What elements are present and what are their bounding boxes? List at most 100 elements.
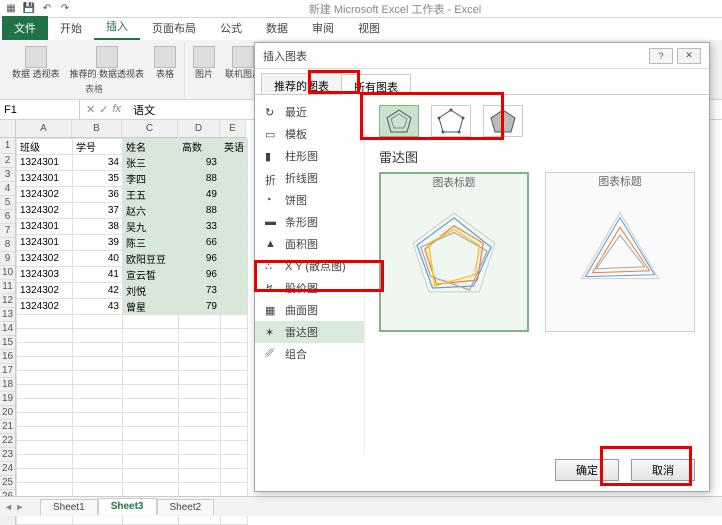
category-combo[interactable]: ␥组合 bbox=[255, 343, 364, 365]
cell[interactable] bbox=[17, 413, 73, 427]
cell[interactable]: 96 bbox=[179, 251, 221, 267]
cell[interactable] bbox=[73, 343, 123, 357]
cell[interactable]: 34 bbox=[73, 155, 123, 171]
row-header[interactable]: 9 bbox=[0, 252, 15, 266]
cell[interactable]: 1324301 bbox=[17, 171, 73, 187]
tab-insert[interactable]: 插入 bbox=[94, 14, 140, 40]
table-row[interactable] bbox=[17, 385, 248, 399]
cell[interactable]: 88 bbox=[179, 171, 221, 187]
col-header-C[interactable]: C bbox=[122, 120, 178, 137]
cell[interactable] bbox=[123, 455, 179, 469]
cell[interactable] bbox=[179, 343, 221, 357]
cell[interactable]: 96 bbox=[179, 267, 221, 283]
table-row[interactable] bbox=[17, 483, 248, 497]
cell[interactable] bbox=[17, 315, 73, 329]
table-row[interactable] bbox=[17, 427, 248, 441]
cell[interactable] bbox=[221, 155, 248, 171]
row-header[interactable]: 10 bbox=[0, 266, 15, 280]
col-header-E[interactable]: E bbox=[220, 120, 246, 137]
table-row[interactable] bbox=[17, 469, 248, 483]
cell[interactable]: 王五 bbox=[123, 187, 179, 203]
cell[interactable]: 35 bbox=[73, 171, 123, 187]
row-header[interactable]: 24 bbox=[0, 462, 15, 476]
row-header[interactable]: 7 bbox=[0, 224, 15, 238]
cell[interactable] bbox=[17, 427, 73, 441]
category-column[interactable]: ▮柱形图 bbox=[255, 145, 364, 167]
cell[interactable] bbox=[17, 343, 73, 357]
cell[interactable]: 李四 bbox=[123, 171, 179, 187]
cell[interactable] bbox=[123, 427, 179, 441]
cell[interactable]: 1324301 bbox=[17, 155, 73, 171]
radar-subtype-3[interactable] bbox=[483, 105, 523, 137]
cell[interactable] bbox=[179, 315, 221, 329]
radar-subtype-2[interactable] bbox=[431, 105, 471, 137]
table-row[interactable]: 132430242刘悦73 bbox=[17, 283, 248, 299]
accept-formula-icon[interactable]: ✓ bbox=[99, 103, 108, 116]
cell[interactable] bbox=[123, 399, 179, 413]
cell[interactable]: 吴九 bbox=[123, 219, 179, 235]
cell[interactable] bbox=[73, 455, 123, 469]
cell[interactable]: 33 bbox=[179, 219, 221, 235]
close-icon[interactable]: ✕ bbox=[677, 48, 701, 64]
row-header[interactable]: 18 bbox=[0, 378, 15, 392]
cell[interactable] bbox=[221, 455, 248, 469]
cell[interactable] bbox=[73, 357, 123, 371]
cell[interactable]: 1324302 bbox=[17, 299, 73, 315]
chart-preview-1[interactable]: 图表标题 bbox=[379, 172, 529, 332]
cell[interactable] bbox=[73, 329, 123, 343]
row-header[interactable]: 1 bbox=[0, 138, 15, 154]
cell[interactable] bbox=[73, 315, 123, 329]
cell[interactable] bbox=[123, 441, 179, 455]
cell[interactable]: 班级 bbox=[17, 139, 73, 155]
help-icon[interactable]: ? bbox=[649, 48, 673, 64]
cell[interactable] bbox=[179, 371, 221, 385]
row-header[interactable]: 25 bbox=[0, 476, 15, 490]
row-header[interactable]: 5 bbox=[0, 196, 15, 210]
table-row[interactable] bbox=[17, 371, 248, 385]
table-row[interactable] bbox=[17, 455, 248, 469]
row-header[interactable]: 12 bbox=[0, 294, 15, 308]
cell[interactable]: 73 bbox=[179, 283, 221, 299]
cell[interactable] bbox=[221, 427, 248, 441]
ok-button[interactable]: 确定 bbox=[555, 459, 619, 481]
cell[interactable]: 赵六 bbox=[123, 203, 179, 219]
cell[interactable] bbox=[17, 399, 73, 413]
cell[interactable] bbox=[17, 357, 73, 371]
cell[interactable] bbox=[221, 371, 248, 385]
cell[interactable] bbox=[73, 427, 123, 441]
cell[interactable] bbox=[179, 413, 221, 427]
cell[interactable] bbox=[179, 399, 221, 413]
cell[interactable] bbox=[123, 343, 179, 357]
cancel-formula-icon[interactable]: ✕ bbox=[86, 103, 95, 116]
col-header-D[interactable]: D bbox=[178, 120, 220, 137]
tab-home[interactable]: 开始 bbox=[48, 16, 94, 40]
file-tab[interactable]: 文件 bbox=[2, 16, 48, 40]
select-all-corner[interactable] bbox=[0, 120, 16, 138]
cell[interactable]: 39 bbox=[73, 235, 123, 251]
cell[interactable] bbox=[221, 385, 248, 399]
table-row[interactable]: 132430139陈三66 bbox=[17, 235, 248, 251]
table-row[interactable] bbox=[17, 441, 248, 455]
table-row[interactable]: 132430134张三93 bbox=[17, 155, 248, 171]
cell[interactable]: 1324301 bbox=[17, 219, 73, 235]
category-pie[interactable]: ◔饼图 bbox=[255, 189, 364, 211]
redo-icon[interactable]: ↷ bbox=[58, 2, 72, 16]
cell[interactable] bbox=[221, 357, 248, 371]
cell[interactable]: 40 bbox=[73, 251, 123, 267]
tab-recommended[interactable]: 推荐的图表 bbox=[261, 73, 342, 94]
cell[interactable] bbox=[17, 441, 73, 455]
row-header[interactable]: 4 bbox=[0, 182, 15, 196]
cell[interactable]: 1324301 bbox=[17, 235, 73, 251]
category-line[interactable]: 折折线图 bbox=[255, 167, 364, 189]
row-header[interactable]: 23 bbox=[0, 448, 15, 462]
cell[interactable] bbox=[221, 267, 248, 283]
category-recent[interactable]: ↻最近 bbox=[255, 101, 364, 123]
category-bar[interactable]: ▬条形图 bbox=[255, 211, 364, 233]
cell[interactable] bbox=[221, 235, 248, 251]
cell[interactable] bbox=[179, 427, 221, 441]
category-scatter[interactable]: ∴X Y (散点图) bbox=[255, 255, 364, 277]
cell[interactable] bbox=[179, 483, 221, 497]
table-row[interactable]: 132430341宣云皙96 bbox=[17, 267, 248, 283]
fx-icon[interactable]: fx bbox=[112, 103, 121, 116]
cell[interactable]: 姓名 bbox=[123, 139, 179, 155]
